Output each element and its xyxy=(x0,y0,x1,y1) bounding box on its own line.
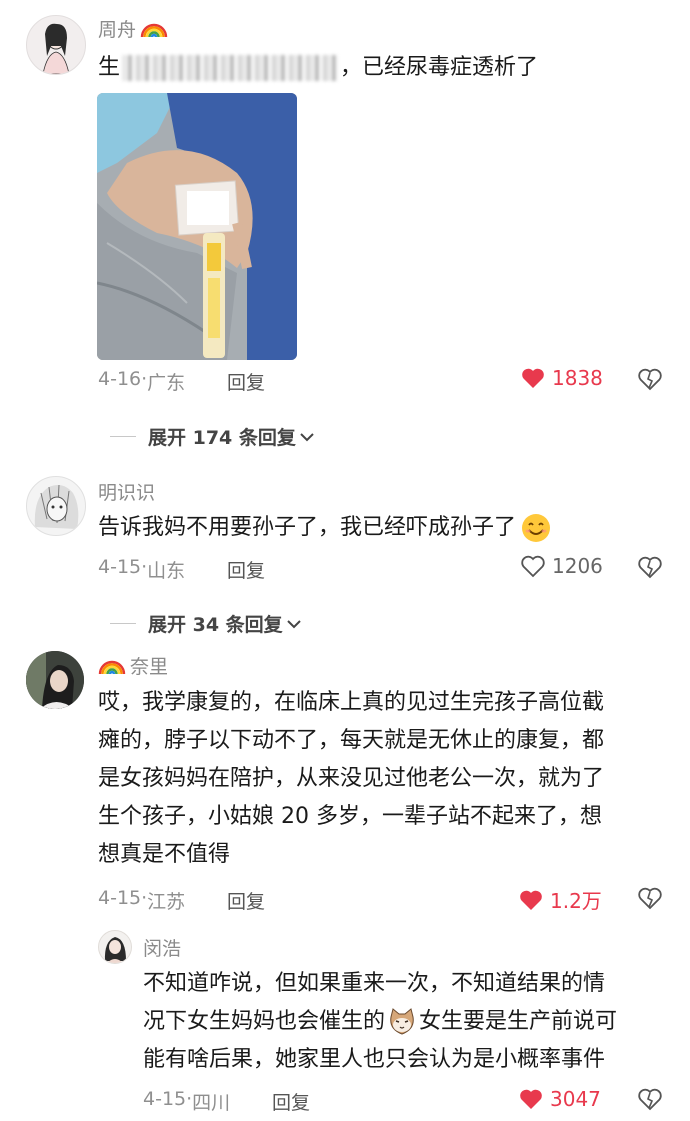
avatar-illustration xyxy=(34,484,79,529)
rainbow-icon xyxy=(140,23,168,37)
chevron-down-icon xyxy=(286,619,301,628)
like-count: 1206 xyxy=(552,554,603,578)
like-button[interactable]: 1838 xyxy=(520,366,603,390)
comment-line: 瘫的，脖子以下动不了，每天就是无休止的康复，都 xyxy=(98,728,605,753)
avatar[interactable] xyxy=(26,15,86,75)
comment-date: 4-16 xyxy=(98,368,142,390)
avatar[interactable] xyxy=(98,930,132,964)
dislike-button[interactable] xyxy=(637,367,663,395)
comment-region: 广东 xyxy=(147,372,186,394)
chevron-down-icon xyxy=(300,432,314,441)
dislike-button[interactable] xyxy=(637,1087,663,1115)
divider xyxy=(110,436,136,437)
expand-replies-button[interactable]: 展开 34 条回复 xyxy=(110,610,303,637)
comment-date: 4-15 xyxy=(98,887,142,909)
avatar-illustration xyxy=(104,937,126,963)
avatar[interactable] xyxy=(26,476,86,536)
like-count: 1.2万 xyxy=(550,889,602,913)
reply-button[interactable]: 回复 xyxy=(272,1088,310,1115)
dislike-heart-icon xyxy=(638,887,662,910)
reply-button[interactable]: 回复 xyxy=(227,368,265,395)
comment-region: 四川 xyxy=(192,1092,231,1114)
comment-text: 不知道咋说，但如果重来一次，不知道结果的情 况下女生妈妈也会催生的 女生要是生产… xyxy=(143,965,673,1079)
comment-line: 不知道咋说，但如果重来一次，不知道结果的情 xyxy=(143,971,606,996)
dislike-heart-icon xyxy=(638,368,662,391)
dislike-button[interactable] xyxy=(637,555,663,583)
reply-button[interactable]: 回复 xyxy=(227,887,265,914)
comment-region: 江苏 xyxy=(147,891,186,913)
cat-emoji-icon xyxy=(390,1008,414,1035)
divider xyxy=(110,623,136,624)
like-button[interactable]: 3047 xyxy=(518,1087,601,1111)
like-count: 3047 xyxy=(550,1087,601,1111)
comment-line: 能有啥后果，她家里人也只会认为是小概率事件 xyxy=(143,1047,606,1072)
comment-author[interactable]: 闵浩 xyxy=(143,934,181,961)
photo-shoulder-catheter xyxy=(97,93,297,360)
avatar[interactable] xyxy=(26,651,84,709)
dislike-button[interactable] xyxy=(637,886,663,914)
heart-icon xyxy=(521,555,545,578)
comment-photo[interactable] xyxy=(97,93,297,360)
comment-line: 哎，我学康复的，在临床上真的见过生完孩子高位截 xyxy=(98,690,605,715)
expand-replies-button[interactable]: 展开 174 条回复 xyxy=(110,423,316,450)
comment-line: 是女孩妈妈在陪护，从来没见过他老公一次，就为了 xyxy=(98,766,605,791)
avatar-photo xyxy=(26,651,84,709)
reply-button[interactable]: 回复 xyxy=(227,556,265,583)
like-count: 1838 xyxy=(552,366,603,390)
avatar-illustration xyxy=(42,23,70,74)
comment-author[interactable]: 明识识 xyxy=(98,478,155,505)
blurred-text xyxy=(122,55,339,81)
like-button[interactable]: 1206 xyxy=(520,554,603,578)
comment-date: 4-15 xyxy=(98,556,142,578)
comment-text: 生，已经尿毒症透析了 xyxy=(98,55,539,81)
comment-author[interactable]: 周舟 xyxy=(98,15,136,42)
comment-author[interactable]: 奈里 xyxy=(130,652,168,679)
comment-text: 哎，我学康复的，在临床上真的见过生完孩子高位截 瘫的，脖子以下动不了，每天就是无… xyxy=(98,684,668,874)
heart-icon xyxy=(520,1089,542,1109)
comment-region: 山东 xyxy=(147,560,186,582)
dislike-heart-icon xyxy=(638,556,662,579)
comment-line: 生个孩子，小姑娘 20 多岁，一辈子站不起来了，想 xyxy=(98,804,602,829)
comment-date: 4-15 xyxy=(143,1088,187,1110)
smile-emoji-icon xyxy=(522,514,551,542)
dislike-heart-icon xyxy=(638,1088,662,1111)
comment-line: 况下女生妈妈也会催生的 女生要是生产前说可 xyxy=(143,1003,673,1041)
comment-text: 告诉我妈不用要孙子了，我已经吓成孙子了 xyxy=(98,509,552,547)
like-button[interactable]: 1.2万 xyxy=(518,885,602,914)
comment-line: 想真是不值得 xyxy=(98,842,231,867)
heart-icon xyxy=(520,890,542,910)
rainbow-icon xyxy=(98,660,126,674)
heart-icon xyxy=(522,368,544,388)
